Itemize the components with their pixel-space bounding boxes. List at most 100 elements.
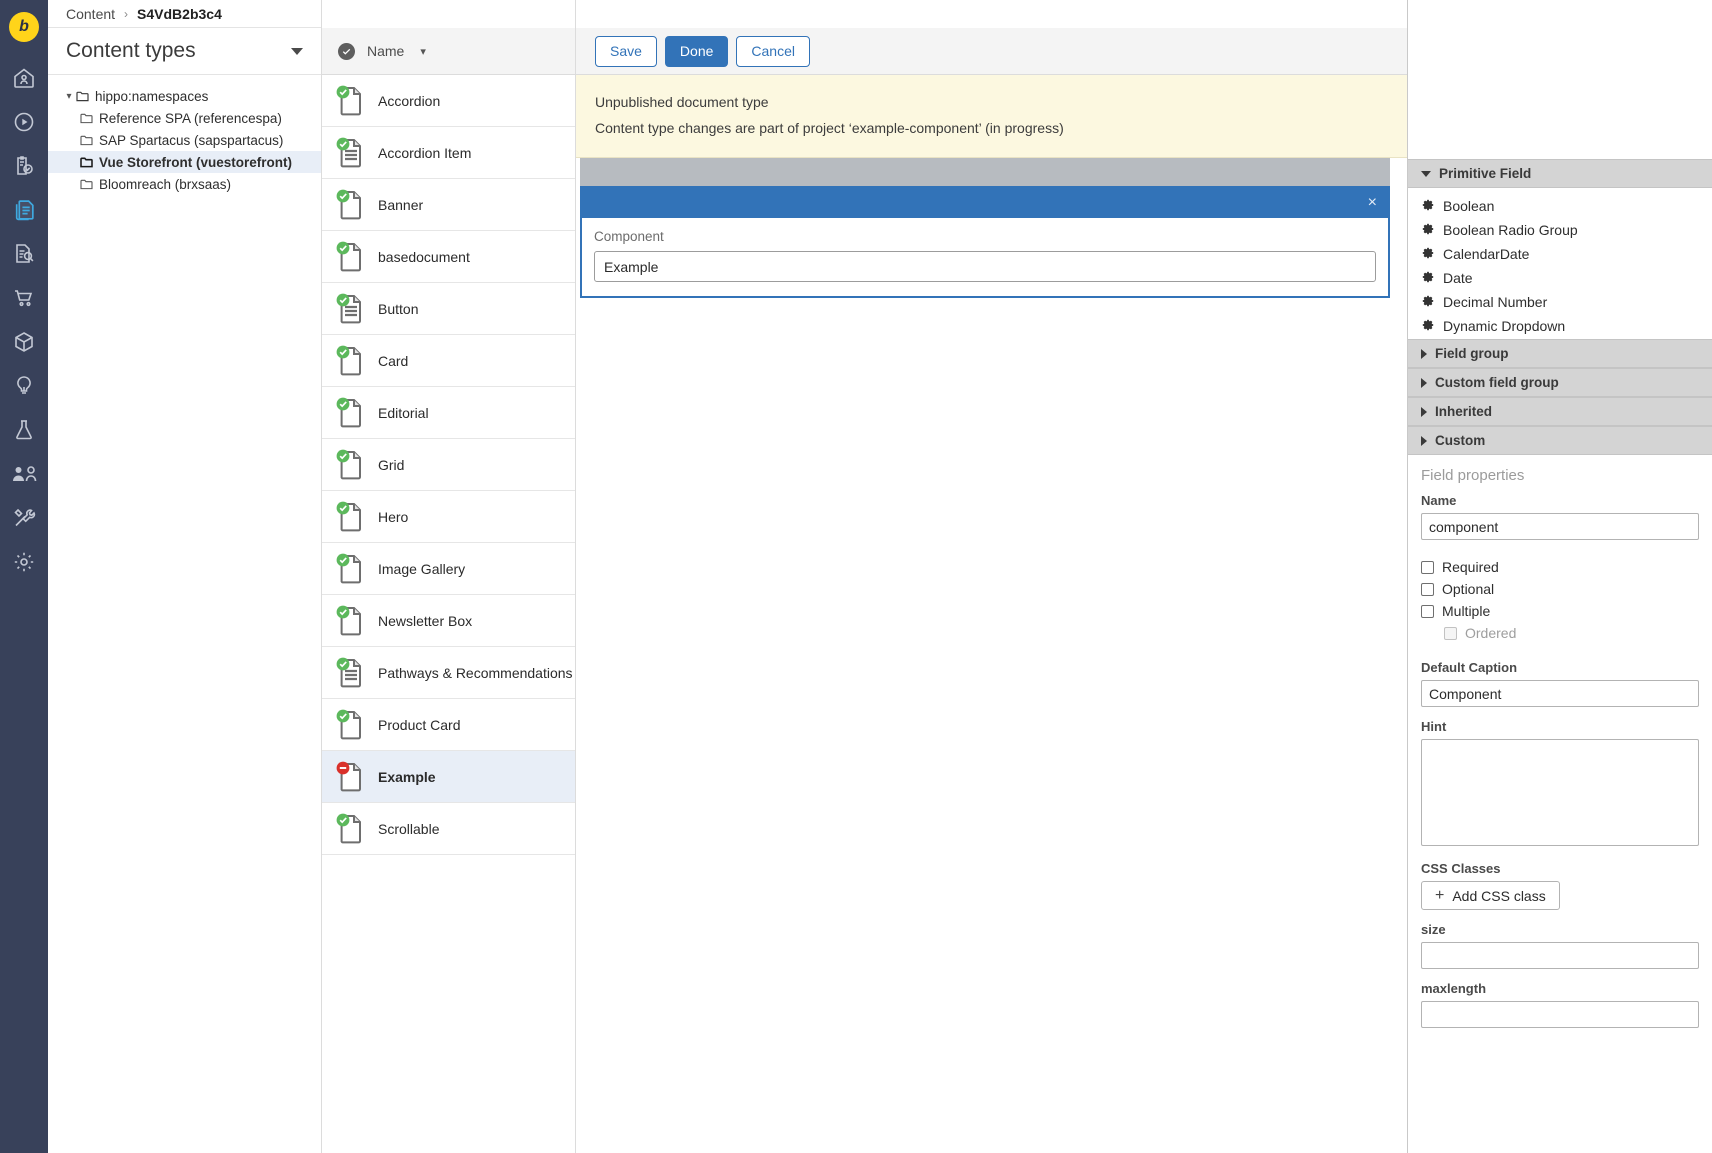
add-css-class-button[interactable]: + Add CSS class xyxy=(1421,881,1560,910)
accordion-custom-field-group[interactable]: Custom field group xyxy=(1408,368,1712,397)
tools-icon[interactable] xyxy=(0,496,48,540)
plus-icon: + xyxy=(1435,888,1444,904)
maxlength-label: maxlength xyxy=(1421,981,1699,996)
chevron-down-icon[interactable] xyxy=(291,48,303,55)
tree-node-vue-storefront[interactable]: Vue Storefront (vuestorefront) xyxy=(48,151,321,173)
status-banner: Unpublished document type Content type c… xyxy=(576,75,1407,158)
accordion-primitive-field[interactable]: Primitive Field xyxy=(1408,159,1712,188)
multiple-checkbox-row[interactable]: Multiple xyxy=(1421,600,1699,622)
list-item[interactable]: Image Gallery xyxy=(322,543,575,595)
primitive-field-item[interactable]: Decimal Number xyxy=(1408,290,1712,314)
flask-icon[interactable] xyxy=(0,408,48,452)
folder-icon xyxy=(80,179,93,190)
required-checkbox[interactable] xyxy=(1421,561,1434,574)
list-item[interactable]: Scrollable xyxy=(322,803,575,855)
primitive-field-item[interactable]: CalendarDate xyxy=(1408,242,1712,266)
field-properties-section: Field properties Name Required Optional … xyxy=(1408,455,1712,1153)
list-item[interactable]: Accordion xyxy=(322,75,575,127)
folder-icon xyxy=(80,113,93,124)
home-icon[interactable] xyxy=(0,56,48,100)
select-all-checkmark-icon[interactable] xyxy=(338,43,355,60)
list-item[interactable]: Product Card xyxy=(322,699,575,751)
list-item-label: Button xyxy=(378,301,418,317)
accordion-title: Inherited xyxy=(1435,404,1492,419)
accordion-field-group[interactable]: Field group xyxy=(1408,339,1712,368)
accordion-title: Custom field group xyxy=(1435,375,1559,390)
field-card-component[interactable]: × Component xyxy=(580,186,1390,298)
list-item[interactable]: Button xyxy=(322,283,575,335)
list-item[interactable]: Pathways & Recommendations xyxy=(322,647,575,699)
accordion-custom[interactable]: Custom xyxy=(1408,426,1712,455)
list-header-name-label[interactable]: Name xyxy=(367,43,404,59)
document-published-icon xyxy=(336,397,366,429)
list-item-label: Example xyxy=(378,769,436,785)
play-circle-icon[interactable] xyxy=(0,100,48,144)
name-label: Name xyxy=(1421,493,1699,508)
breadcrumb-bar: Content › S4VdB2b3c4 xyxy=(48,0,321,28)
list-item[interactable]: Hero xyxy=(322,491,575,543)
document-published-icon xyxy=(336,657,366,689)
hint-textarea[interactable] xyxy=(1421,739,1699,846)
cancel-button[interactable]: Cancel xyxy=(736,36,810,67)
default-caption-input[interactable] xyxy=(1421,680,1699,707)
close-icon[interactable]: × xyxy=(1368,195,1377,211)
document-published-icon xyxy=(336,813,366,845)
tree-node-sap-spartacus[interactable]: SAP Spartacus (sapspartacus) xyxy=(48,129,321,151)
gear-icon xyxy=(1422,294,1434,310)
list-item-label: Card xyxy=(378,353,408,369)
list-item[interactable]: Banner xyxy=(322,179,575,231)
clipboard-check-icon[interactable] xyxy=(0,144,48,188)
breadcrumb-root[interactable]: Content xyxy=(66,6,115,22)
size-input[interactable] xyxy=(1421,942,1699,969)
accordion-inherited[interactable]: Inherited xyxy=(1408,397,1712,426)
list-item-label: Banner xyxy=(378,197,423,213)
lightbulb-icon[interactable] xyxy=(0,364,48,408)
tree-node-bloomreach[interactable]: Bloomreach (brxsaas) xyxy=(48,173,321,195)
list-item[interactable]: Card xyxy=(322,335,575,387)
tree-node-reference-spa[interactable]: Reference SPA (referencespa) xyxy=(48,107,321,129)
optional-checkbox-row[interactable]: Optional xyxy=(1421,578,1699,600)
document-search-icon[interactable] xyxy=(0,232,48,276)
done-button[interactable]: Done xyxy=(665,36,728,67)
tree-node-hippo-namespaces[interactable]: ▾ hippo:namespaces xyxy=(48,85,321,107)
chevron-down-icon[interactable]: ▾ xyxy=(62,91,76,102)
name-input[interactable] xyxy=(1421,513,1699,540)
list-item-label: Product Card xyxy=(378,717,460,733)
primitive-field-label: CalendarDate xyxy=(1443,246,1529,262)
maxlength-input[interactable] xyxy=(1421,1001,1699,1028)
required-checkbox-row[interactable]: Required xyxy=(1421,556,1699,578)
namespace-tree: ▾ hippo:namespaces Reference SPA (refere… xyxy=(48,75,321,195)
gear-icon xyxy=(1422,318,1434,334)
list-item[interactable]: Newsletter Box xyxy=(322,595,575,647)
document-published-icon xyxy=(336,709,366,741)
multiple-checkbox[interactable] xyxy=(1421,605,1434,618)
users-icon[interactable] xyxy=(0,452,48,496)
documents-icon[interactable] xyxy=(0,188,48,232)
cube-icon[interactable] xyxy=(0,320,48,364)
list-item[interactable]: Editorial xyxy=(322,387,575,439)
primitive-field-item[interactable]: Dynamic Dropdown xyxy=(1408,314,1712,338)
triangle-down-icon xyxy=(1421,171,1431,177)
editor-canvas: × Component xyxy=(576,158,1407,1153)
list-item[interactable]: Grid xyxy=(322,439,575,491)
gear-icon xyxy=(1422,222,1434,238)
shopping-cart-icon[interactable] xyxy=(0,276,48,320)
primitive-field-item[interactable]: Boolean xyxy=(1408,194,1712,218)
save-button[interactable]: Save xyxy=(595,36,657,67)
ordered-label: Ordered xyxy=(1465,625,1516,641)
optional-checkbox[interactable] xyxy=(1421,583,1434,596)
editor-toolbar: Save Done Cancel xyxy=(576,28,1407,75)
primitive-field-item[interactable]: Date xyxy=(1408,266,1712,290)
bloomreach-logo[interactable]: b xyxy=(9,12,39,42)
field-value-input[interactable] xyxy=(594,251,1376,282)
document-published-icon xyxy=(336,85,366,117)
list-item[interactable]: Accordion Item xyxy=(322,127,575,179)
chevron-down-icon[interactable]: ▾ xyxy=(420,45,426,58)
field-drop-target[interactable] xyxy=(580,158,1390,186)
gear-icon[interactable] xyxy=(0,540,48,584)
list-item[interactable]: basedocument xyxy=(322,231,575,283)
list-item-label: Editorial xyxy=(378,405,429,421)
accordion-title: Custom xyxy=(1435,433,1485,448)
primitive-field-item[interactable]: Boolean Radio Group xyxy=(1408,218,1712,242)
list-item[interactable]: Example xyxy=(322,751,575,803)
